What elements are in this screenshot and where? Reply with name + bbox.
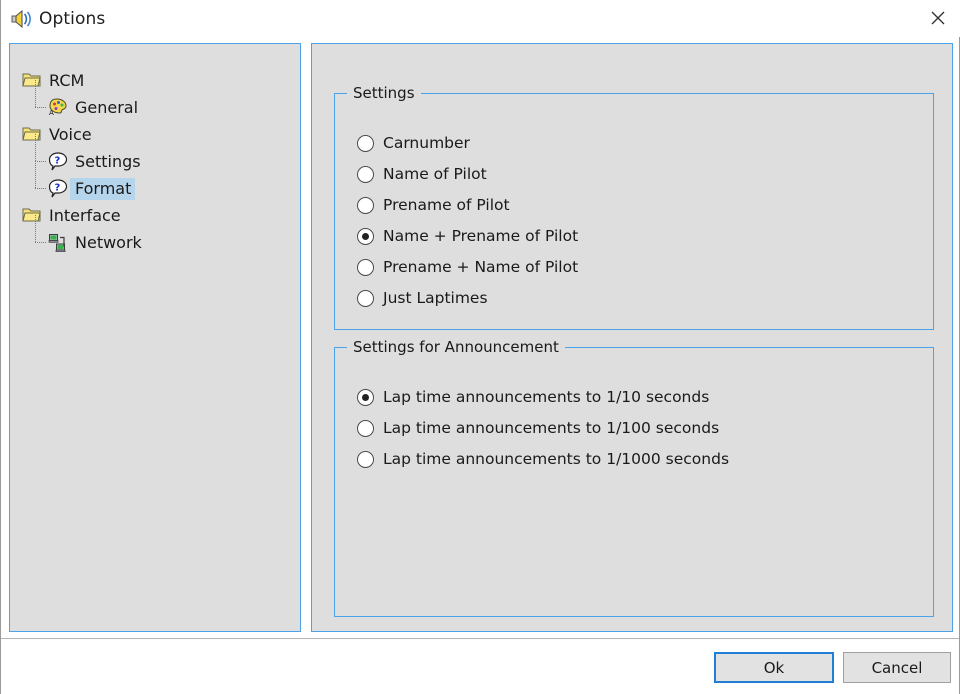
folder-icon	[22, 71, 44, 91]
radio-label: Carnumber	[383, 134, 470, 153]
tree-item-label: Interface	[44, 205, 125, 227]
tree-connector	[35, 242, 46, 243]
radio-label: Lap time announcements to 1/10 seconds	[383, 388, 709, 407]
radio-icon	[357, 290, 374, 307]
tree-item-format[interactable]: ? Format	[22, 175, 292, 202]
settings-groupbox: Settings Carnumber Name of Pilot Prename…	[334, 93, 934, 330]
window-title: Options	[39, 9, 105, 29]
options-dialog: Options RCM	[0, 0, 960, 694]
radio-prename-name-of-pilot[interactable]: Prename + Name of Pilot	[357, 252, 578, 283]
radio-icon	[357, 135, 374, 152]
radio-label: Lap time announcements to 1/100 seconds	[383, 419, 719, 438]
tree-connector	[35, 80, 37, 107]
navigation-tree-panel: RCM A	[9, 43, 301, 632]
announcement-groupbox-title: Settings for Announcement	[347, 338, 565, 357]
tree-item-label: Format	[70, 178, 135, 200]
radio-thousandth-seconds[interactable]: Lap time announcements to 1/1000 seconds	[357, 444, 729, 475]
tree-item-label: RCM	[44, 70, 88, 92]
help-bubble-icon: ?	[48, 179, 70, 199]
tree-connector	[35, 134, 37, 161]
speaker-icon	[10, 8, 34, 30]
radio-icon	[357, 166, 374, 183]
tree-connector	[35, 215, 37, 242]
radio-name-prename-of-pilot[interactable]: Name + Prename of Pilot	[357, 221, 578, 252]
palette-icon: A	[48, 98, 70, 118]
radio-label: Just Laptimes	[383, 289, 488, 308]
tree-item-label: General	[70, 97, 142, 119]
close-icon[interactable]	[915, 0, 960, 36]
title-bar: Options	[1, 0, 960, 37]
help-bubble-icon: ?	[48, 152, 70, 172]
navigation-tree: RCM A	[22, 67, 292, 256]
tree-item-interface[interactable]: Interface	[22, 202, 292, 229]
settings-groupbox-title: Settings	[347, 84, 421, 103]
announcement-precision-radio-group: Lap time announcements to 1/10 seconds L…	[357, 382, 729, 475]
tree-connector	[35, 107, 46, 108]
radio-label: Prename of Pilot	[383, 196, 510, 215]
radio-just-laptimes[interactable]: Just Laptimes	[357, 283, 578, 314]
radio-prename-of-pilot[interactable]: Prename of Pilot	[357, 190, 578, 221]
tree-connector	[35, 161, 37, 188]
tree-item-network[interactable]: Network	[22, 229, 292, 256]
tree-item-settings[interactable]: ? Settings	[22, 148, 292, 175]
radio-name-of-pilot[interactable]: Name of Pilot	[357, 159, 578, 190]
tree-item-label: Voice	[44, 124, 96, 146]
radio-tenth-seconds[interactable]: Lap time announcements to 1/10 seconds	[357, 382, 729, 413]
radio-icon	[357, 197, 374, 214]
radio-label: Name of Pilot	[383, 165, 487, 184]
folder-icon	[22, 206, 44, 226]
name-format-radio-group: Carnumber Name of Pilot Prename of Pilot…	[357, 128, 578, 314]
folder-icon	[22, 125, 44, 145]
svg-text:?: ?	[55, 155, 61, 166]
radio-hundredth-seconds[interactable]: Lap time announcements to 1/100 seconds	[357, 413, 729, 444]
radio-label: Lap time announcements to 1/1000 seconds	[383, 450, 729, 469]
tree-item-label: Settings	[70, 151, 145, 173]
radio-icon-selected	[357, 228, 374, 245]
ok-button[interactable]: Ok	[714, 652, 834, 683]
svg-text:A: A	[49, 109, 54, 116]
tree-item-voice[interactable]: Voice	[22, 121, 292, 148]
tree-item-label: Network	[70, 232, 146, 254]
radio-label: Prename + Name of Pilot	[383, 258, 578, 277]
settings-panel: Settings Carnumber Name of Pilot Prename…	[311, 43, 953, 632]
radio-icon	[357, 259, 374, 276]
radio-label: Name + Prename of Pilot	[383, 227, 578, 246]
dialog-content: RCM A	[1, 37, 959, 638]
network-icon	[48, 233, 70, 253]
dialog-footer: Ok Cancel	[1, 638, 959, 694]
tree-connector	[35, 188, 46, 189]
tree-item-rcm[interactable]: RCM	[22, 67, 292, 94]
svg-text:?: ?	[55, 182, 61, 193]
tree-item-general[interactable]: A General	[22, 94, 292, 121]
radio-icon	[357, 420, 374, 437]
cancel-button[interactable]: Cancel	[843, 652, 951, 683]
announcement-groupbox: Settings for Announcement Lap time annou…	[334, 347, 934, 617]
radio-icon-selected	[357, 389, 374, 406]
radio-icon	[357, 451, 374, 468]
radio-carnumber[interactable]: Carnumber	[357, 128, 578, 159]
